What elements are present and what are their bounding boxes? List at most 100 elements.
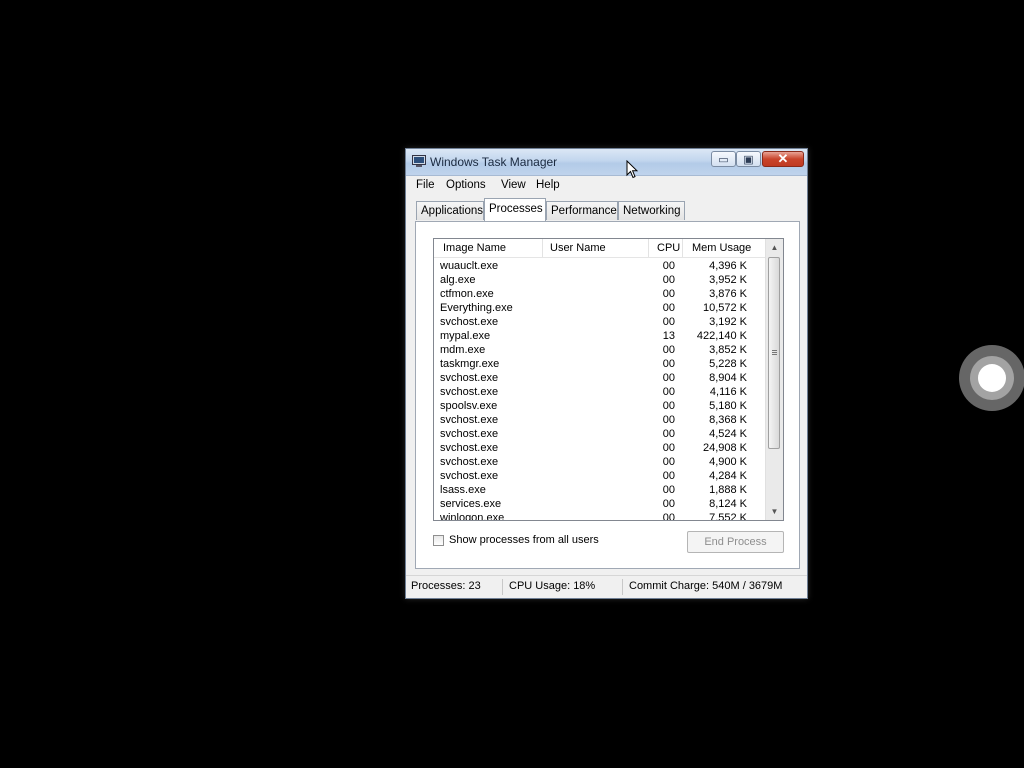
minimize-icon: ▭: [718, 153, 729, 166]
process-name-cell: svchost.exe: [440, 316, 499, 328]
mouse-cursor-icon: [626, 160, 638, 179]
process-cpu-cell: 00: [662, 288, 675, 300]
process-name-cell: mdm.exe: [440, 344, 486, 356]
table-row[interactable]: svchost.exe 00 4,900 K: [434, 455, 767, 469]
table-row[interactable]: svchost.exe 00 4,116 K: [434, 385, 767, 399]
title-bar[interactable]: Windows Task Manager ▭ ▣ ✕: [406, 149, 807, 176]
table-row[interactable]: svchost.exe 00 4,524 K: [434, 427, 767, 441]
process-mem-cell: 4,116 K: [709, 386, 747, 398]
process-cpu-cell: 00: [662, 260, 675, 272]
table-row[interactable]: mdm.exe 00 3,852 K: [434, 343, 767, 357]
process-mem-cell: 4,396 K: [709, 260, 747, 272]
process-cpu-cell: 00: [662, 512, 675, 521]
tab-applications[interactable]: Applications: [416, 201, 484, 220]
end-process-button[interactable]: End Process: [687, 531, 784, 553]
tab-performance[interactable]: Performance: [546, 201, 618, 220]
table-row[interactable]: services.exe 00 8,124 K: [434, 497, 767, 511]
process-name-cell: lsass.exe: [440, 484, 486, 496]
menu-options[interactable]: Options: [442, 178, 490, 192]
process-cpu-cell: 00: [662, 358, 675, 370]
window-title: Windows Task Manager: [430, 155, 558, 169]
process-mem-cell: 422,140 K: [696, 330, 747, 342]
show-all-users-option[interactable]: Show processes from all users: [433, 533, 599, 547]
scroll-thumb[interactable]: [768, 257, 780, 449]
tab-networking[interactable]: Networking: [618, 201, 685, 220]
table-row[interactable]: svchost.exe 00 8,368 K: [434, 413, 767, 427]
process-mem-cell: 10,572 K: [702, 302, 747, 314]
process-mem-cell: 3,952 K: [709, 274, 747, 286]
table-row[interactable]: ctfmon.exe 00 3,876 K: [434, 287, 767, 301]
table-row[interactable]: svchost.exe 00 8,904 K: [434, 371, 767, 385]
tab-processes[interactable]: Processes: [484, 198, 546, 221]
process-list[interactable]: Image Name User Name CPU Mem Usage wuauc…: [433, 238, 784, 521]
table-row[interactable]: svchost.exe 00 3,192 K: [434, 315, 767, 329]
process-mem-cell: 5,228 K: [709, 358, 747, 370]
show-all-users-checkbox[interactable]: [433, 534, 444, 546]
process-cpu-cell: 00: [662, 274, 675, 286]
column-cpu[interactable]: CPU: [649, 239, 683, 257]
status-separator: [502, 579, 503, 595]
process-name-cell: svchost.exe: [440, 372, 499, 384]
table-row[interactable]: lsass.exe 00 1,888 K: [434, 483, 767, 497]
close-icon: ✕: [777, 151, 789, 166]
process-cpu-cell: 00: [662, 386, 675, 398]
menu-help[interactable]: Help: [532, 178, 564, 192]
process-mem-cell: 3,876 K: [709, 288, 747, 300]
table-row[interactable]: alg.exe 00 3,952 K: [434, 273, 767, 287]
table-row[interactable]: wuauclt.exe 00 4,396 K: [434, 259, 767, 273]
process-mem-cell: 8,368 K: [709, 414, 747, 426]
process-name-cell: svchost.exe: [440, 414, 499, 426]
floating-action-button[interactable]: [959, 345, 1024, 411]
table-row[interactable]: Everything.exe 00 10,572 K: [434, 301, 767, 315]
process-name-cell: spoolsv.exe: [440, 400, 498, 412]
process-name-cell: mypal.exe: [440, 330, 491, 342]
process-name-cell: Everything.exe: [440, 302, 513, 314]
status-processes: Processes: 23: [411, 580, 481, 592]
close-button[interactable]: ✕: [762, 151, 804, 167]
minimize-button[interactable]: ▭: [711, 151, 736, 167]
table-row[interactable]: svchost.exe 00 4,284 K: [434, 469, 767, 483]
column-image-name[interactable]: Image Name: [434, 239, 543, 257]
maximize-button[interactable]: ▣: [736, 151, 761, 167]
process-cpu-cell: 00: [662, 302, 675, 314]
process-mem-cell: 1,888 K: [709, 484, 747, 496]
process-name-cell: svchost.exe: [440, 442, 499, 454]
scroll-down-arrow-icon[interactable]: ▼: [766, 503, 783, 520]
process-rows: wuauclt.exe 00 4,396 Kalg.exe 00 3,952 Kctfm…: [434, 259, 767, 521]
list-header: Image Name User Name CPU Mem Usage: [434, 239, 767, 258]
table-row[interactable]: mypal.exe 13 422,140 K: [434, 329, 767, 343]
process-mem-cell: 4,900 K: [709, 456, 747, 468]
table-row[interactable]: winlogon.exe 00 7,552 K: [434, 511, 767, 521]
process-name-cell: services.exe: [440, 498, 502, 510]
process-name-cell: ctfmon.exe: [440, 288, 494, 300]
floating-button-dot-icon: [978, 364, 1006, 392]
process-mem-cell: 24,908 K: [702, 442, 747, 454]
scroll-up-arrow-icon[interactable]: ▲: [766, 239, 783, 256]
process-cpu-cell: 00: [662, 484, 675, 496]
process-cpu-cell: 00: [662, 498, 675, 510]
process-cpu-cell: 00: [662, 372, 675, 384]
process-cpu-cell: 13: [662, 330, 675, 342]
process-cpu-cell: 00: [662, 442, 675, 454]
process-name-cell: svchost.exe: [440, 428, 499, 440]
column-user-name[interactable]: User Name: [543, 239, 649, 257]
process-name-cell: wuauclt.exe: [440, 260, 499, 272]
process-cpu-cell: 00: [662, 316, 675, 328]
status-separator: [622, 579, 623, 595]
process-mem-cell: 3,852 K: [709, 344, 747, 356]
menu-file[interactable]: File: [412, 178, 439, 192]
table-row[interactable]: spoolsv.exe 00 5,180 K: [434, 399, 767, 413]
show-all-users-label: Show processes from all users: [449, 534, 599, 546]
process-name-cell: svchost.exe: [440, 456, 499, 468]
menu-view[interactable]: View: [497, 178, 530, 192]
floating-button-ring: [970, 356, 1014, 400]
process-mem-cell: 4,524 K: [709, 428, 747, 440]
vertical-scrollbar[interactable]: ▲ ▼: [765, 239, 783, 520]
column-mem-usage[interactable]: Mem Usage: [683, 239, 767, 257]
process-cpu-cell: 00: [662, 428, 675, 440]
table-row[interactable]: svchost.exe 00 24,908 K: [434, 441, 767, 455]
process-mem-cell: 8,904 K: [709, 372, 747, 384]
process-name-cell: winlogon.exe: [440, 512, 505, 521]
scroll-grip-icon: [772, 350, 777, 356]
table-row[interactable]: taskmgr.exe 00 5,228 K: [434, 357, 767, 371]
